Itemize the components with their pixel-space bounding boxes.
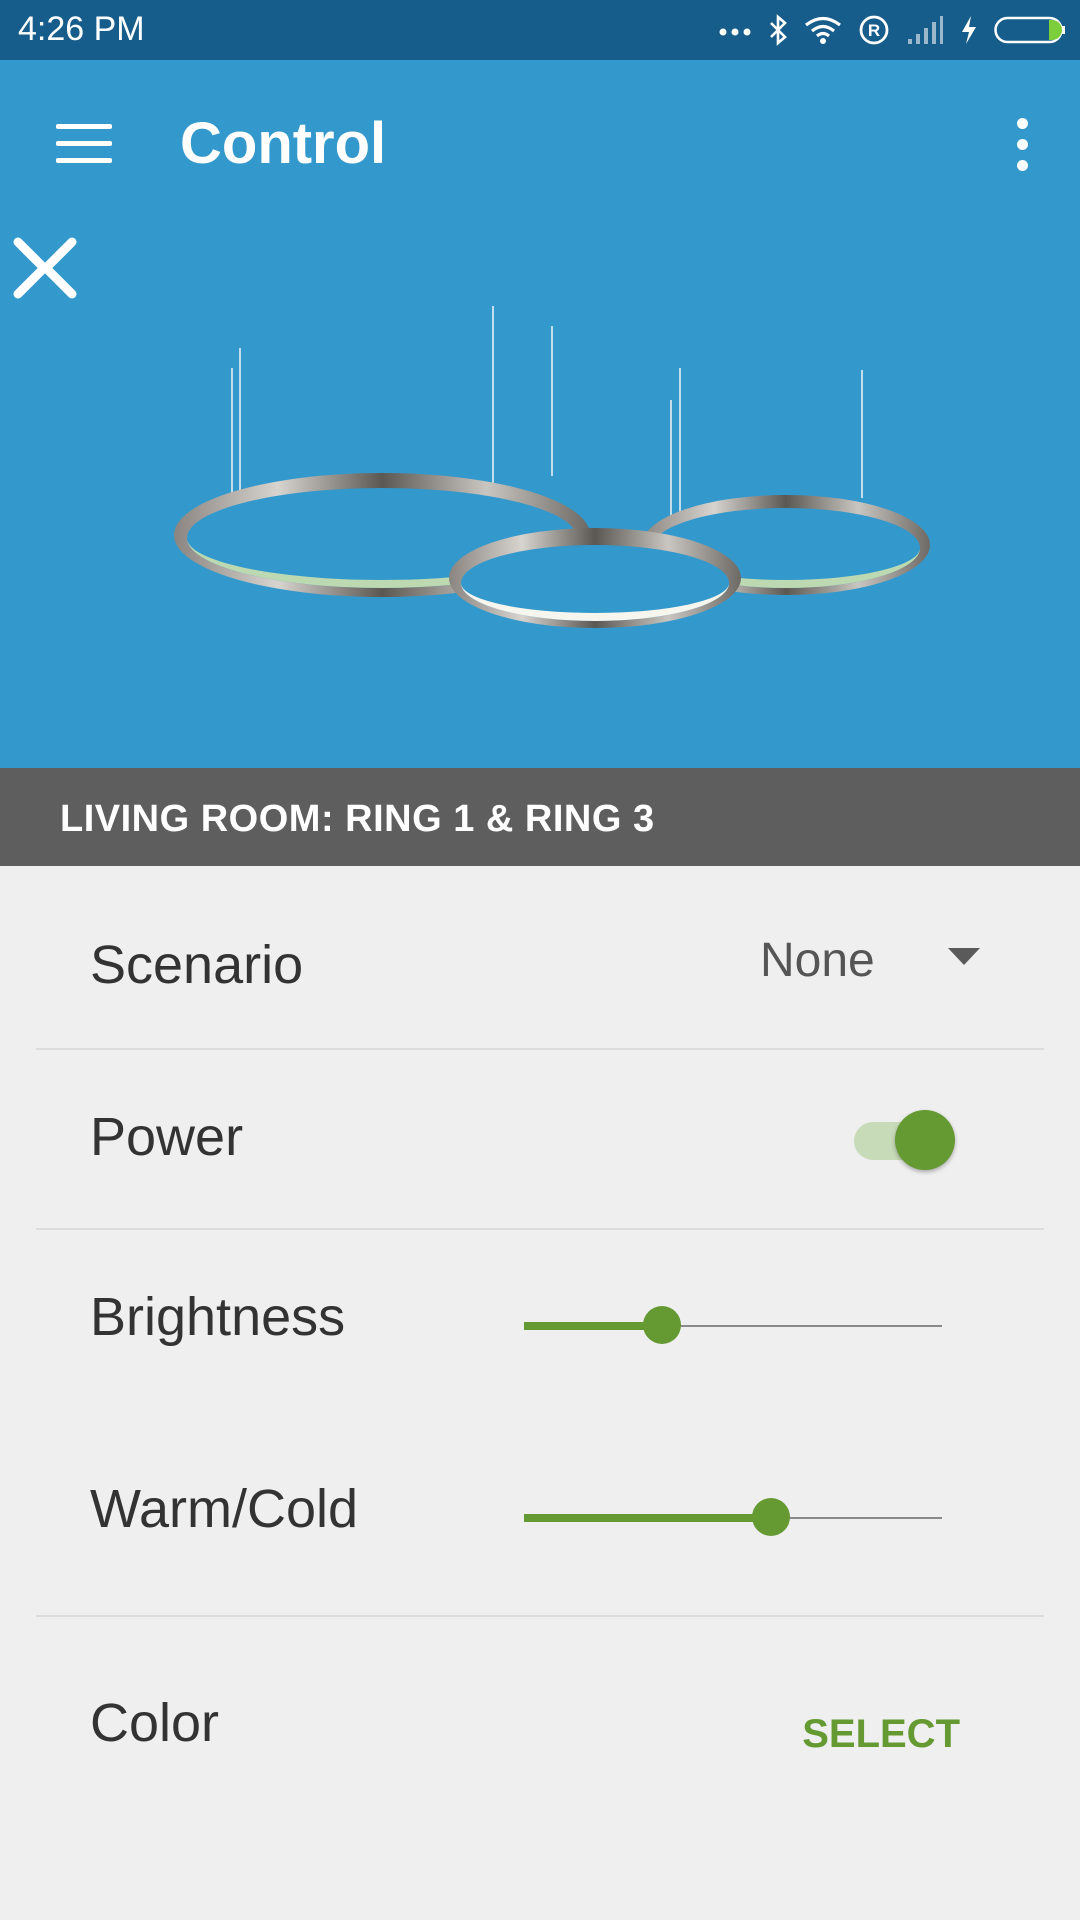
status-icons: R [718,12,1066,48]
color-label: Color [90,1693,220,1753]
registered-icon: R [859,15,889,45]
device-carousel [0,228,1080,768]
wifi-icon [805,16,841,44]
overflow-menu-icon[interactable] [1010,118,1034,172]
scenario-label: Scenario [90,935,304,995]
chevron-right-icon[interactable] [0,228,60,308]
divider [36,1615,1044,1617]
slider-thumb[interactable] [642,1306,681,1344]
slider-thumb[interactable] [751,1498,790,1536]
hamburger-menu-icon[interactable] [56,124,112,164]
power-toggle[interactable] [850,1110,960,1170]
status-time: 4:26 PM [18,10,145,48]
battery-icon [994,16,1065,44]
bluetooth-icon [770,14,787,46]
slider-fill [524,1514,771,1522]
scenario-value: None [760,934,875,987]
power-label: Power [90,1107,244,1167]
dropdown-caret-icon [948,948,980,965]
color-select-button[interactable]: SELECT [790,1704,960,1764]
device-label-bar: LIVING ROOM: RING 1 & RING 3 [0,768,1080,866]
slider-fill [524,1322,662,1330]
signal-icon [908,16,943,44]
warm-cold-slider[interactable] [524,1496,942,1540]
toggle-thumb [895,1110,955,1170]
brightness-slider[interactable] [524,1304,942,1348]
divider [36,1228,1044,1230]
charging-icon [962,16,976,44]
more-dots-icon [719,28,751,36]
device-label: LIVING ROOM: RING 1 & RING 3 [60,798,655,840]
divider [36,1048,1044,1050]
warm-cold-label: Warm/Cold [90,1479,359,1539]
ring-lamp-image [174,306,930,628]
page-title: Control [180,111,387,176]
svg-text:R: R [868,21,880,40]
scenario-dropdown[interactable]: None [740,928,980,998]
status-bar: 4:26 PM R [0,0,1080,60]
brightness-label: Brightness [90,1287,346,1347]
app-bar: Control [0,60,1080,228]
